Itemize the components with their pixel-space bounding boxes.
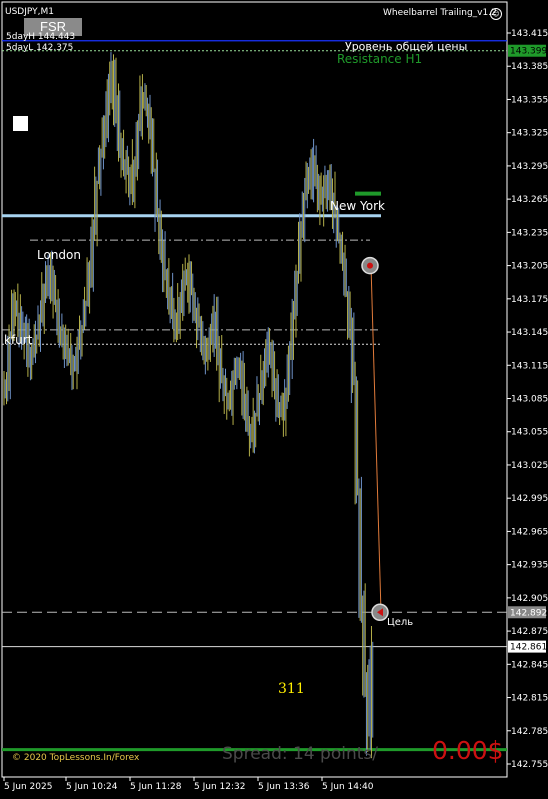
y-tick-label: 143.295	[511, 162, 548, 172]
new-york-label: New York	[330, 199, 385, 213]
y-tick-label: 143.325	[511, 129, 548, 139]
y-tick-label: 142.755	[511, 760, 548, 770]
y-tick-label: 143.235	[511, 228, 548, 238]
x-tick-label: 5 Jun 12:32	[194, 782, 245, 792]
copyright-label: © 2020 TopLessons.In/Forex	[12, 753, 140, 763]
square-marker-icon[interactable]	[13, 116, 28, 131]
y-tick-label: 143.205	[511, 262, 548, 272]
y-tick-label: 143.025	[511, 461, 548, 471]
london-label: London	[37, 248, 81, 262]
y-tick-label: 142.905	[511, 594, 548, 604]
target-connector-line	[370, 265, 382, 613]
entry-marker-dot	[367, 262, 373, 269]
five-day-high-label: 5dayH 144.443	[6, 32, 76, 42]
chart-frame	[1, 1, 508, 778]
price-label-text: 142.892	[510, 608, 547, 618]
y-tick-label: 142.815	[511, 694, 548, 704]
y-tick-label: 143.415	[511, 29, 548, 39]
y-tick-label: 143.055	[511, 428, 548, 438]
y-tick-label: 142.995	[511, 494, 548, 504]
spread-label: Spread: 14 points/	[222, 744, 378, 764]
resistance-label: Resistance H1	[337, 52, 423, 66]
y-tick-label: 143.385	[511, 62, 548, 72]
price-label-text: 143.399	[510, 47, 547, 57]
y-tick-label: 143.175	[511, 295, 548, 305]
y-tick-label: 143.355	[511, 95, 548, 105]
x-tick-label: 5 Jun 11:28	[130, 782, 182, 792]
expert-smiley-icon: ☺	[490, 8, 502, 20]
expert-label: Wheelbarrel Trailing_v1.2	[383, 8, 497, 18]
y-tick-label: 142.935	[511, 561, 548, 571]
x-tick-label: 5 Jun 2025	[4, 782, 52, 792]
y-tick-label: 143.085	[511, 395, 548, 405]
y-tick-label: 142.875	[511, 627, 548, 637]
counter-label: 311	[278, 681, 305, 697]
x-tick-label: 5 Jun 13:36	[258, 782, 310, 792]
y-tick-label: 142.785	[511, 727, 548, 737]
target-label: Цель	[387, 617, 414, 628]
x-tick-label: 5 Jun 10:24	[66, 782, 118, 792]
x-tick-label: 5 Jun 14:40	[322, 782, 374, 792]
y-tick-label: 143.145	[511, 328, 548, 338]
y-tick-label: 142.965	[511, 527, 548, 537]
frankfurt-label: kfurt	[4, 333, 33, 347]
five-day-low-label: 5dayL 142.375	[6, 43, 74, 53]
price-chart[interactable]: 143.415 143.385 143.355 143.325 143.295 143.2…	[0, 0, 548, 799]
y-tick-label: 143.265	[511, 195, 548, 205]
price-label-text: 142.861	[510, 643, 547, 653]
y-tick-label: 143.115	[511, 361, 548, 371]
profit-label: 0.00$	[432, 736, 504, 765]
y-tick-label: 142.845	[511, 660, 548, 670]
symbol-label: USDJPY,M1	[5, 7, 54, 17]
